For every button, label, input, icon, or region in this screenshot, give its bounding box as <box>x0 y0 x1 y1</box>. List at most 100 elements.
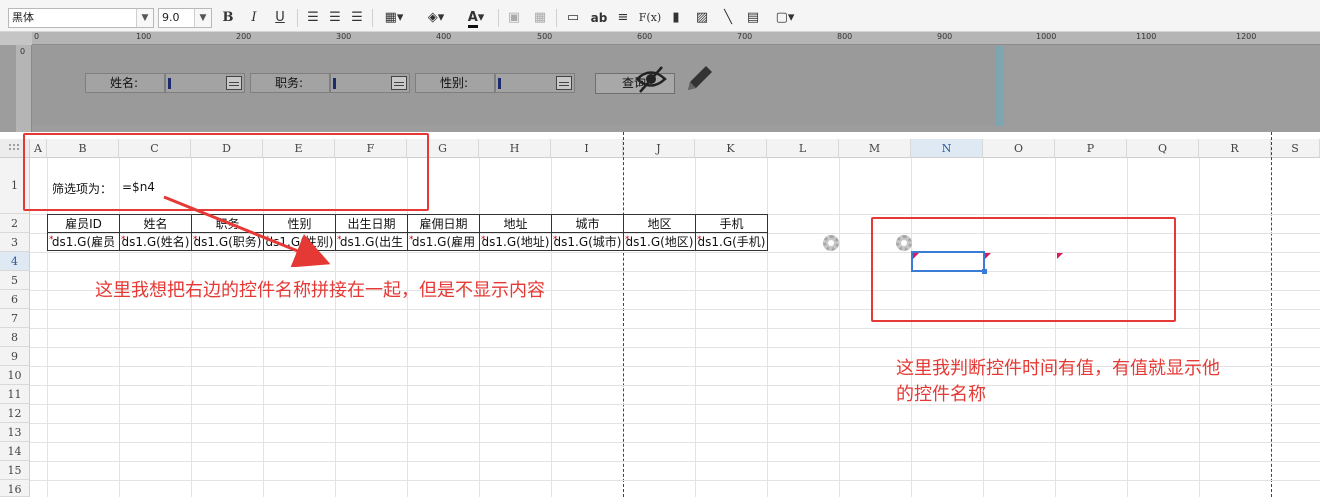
cell-value: ds1.G(雇员 <box>51 235 116 249</box>
calendar-icon[interactable] <box>556 76 572 90</box>
text-element-button[interactable]: ab <box>589 8 609 28</box>
font-family-value: 黑体 <box>12 11 34 24</box>
row-header[interactable]: 8 <box>0 328 30 347</box>
subreport-icon[interactable]: ▤ <box>744 8 762 28</box>
align-center-icon[interactable]: ☰ <box>326 8 344 28</box>
row-header[interactable]: 11 <box>0 385 30 404</box>
table-header-cell[interactable]: 雇佣日期 <box>407 214 480 233</box>
column-header[interactable]: I <box>551 139 623 158</box>
column-header[interactable]: R <box>1199 139 1271 158</box>
row-header-selected[interactable]: 4 <box>0 252 30 271</box>
fill-color-icon[interactable]: ◈▾ <box>420 8 452 28</box>
column-header[interactable]: J <box>623 139 695 158</box>
gridline <box>30 347 1320 348</box>
underline-button[interactable]: U <box>271 8 289 28</box>
border-icon[interactable]: ▦▾ <box>379 8 409 28</box>
canvas-edge-strip <box>995 46 1004 126</box>
table-header-cell[interactable]: 手机 <box>695 214 768 233</box>
table-data-cell[interactable]: * ds1.G(城市) <box>551 232 624 251</box>
expand-marker: * <box>121 235 126 245</box>
calendar-icon[interactable] <box>226 76 242 90</box>
row-header[interactable]: 7 <box>0 309 30 328</box>
edit-pencil-icon[interactable] <box>682 62 716 96</box>
text-cursor <box>498 78 501 89</box>
split-cells-icon[interactable]: ▦ <box>531 8 549 28</box>
table-header-cell[interactable]: 出生日期 <box>335 214 408 233</box>
table-header-cell[interactable]: 地区 <box>623 214 696 233</box>
column-header[interactable]: Q <box>1127 139 1199 158</box>
table-data-cell[interactable]: * ds1.G(出生 <box>335 232 408 251</box>
cell-value: ds1.G(地区) <box>625 235 694 249</box>
image-icon[interactable]: ▨ <box>693 8 711 28</box>
column-header-selected[interactable]: N <box>911 139 983 158</box>
italic-button[interactable]: I <box>245 8 263 28</box>
table-header-cell[interactable]: 地址 <box>479 214 552 233</box>
gridline <box>30 461 1320 462</box>
gender-label[interactable]: 性别: <box>415 73 495 93</box>
row-header[interactable]: 13 <box>0 423 30 442</box>
table-data-cell[interactable]: * ds1.G(手机) <box>695 232 768 251</box>
column-header[interactable]: L <box>767 139 839 158</box>
column-header[interactable]: S <box>1271 139 1320 158</box>
name-label[interactable]: 姓名: <box>85 73 165 93</box>
row-header[interactable]: 3 <box>0 233 30 252</box>
table-header-cell[interactable]: 雇员ID <box>47 214 120 233</box>
annotation-note-right-line1: 这里我判断控件时间有值，有值就显示他 <box>896 358 1220 379</box>
slash-icon[interactable]: ╲ <box>719 8 737 28</box>
cell-value: ds1.G(地址) <box>481 235 550 249</box>
report-sheet[interactable]: A B C D E F G H I J K L M N O P Q R S 1 … <box>0 132 1320 497</box>
position-field[interactable] <box>330 73 410 93</box>
table-data-cell[interactable]: * ds1.G(雇员 <box>47 232 120 251</box>
row-header[interactable]: 6 <box>0 290 30 309</box>
merge-cells-icon[interactable]: ▣ <box>505 8 523 28</box>
align-right-icon[interactable]: ☰ <box>348 8 366 28</box>
column-header[interactable]: O <box>983 139 1055 158</box>
expand-marker: * <box>409 235 414 245</box>
frame-icon[interactable]: ▢▾ <box>770 8 800 28</box>
bold-button[interactable]: B <box>219 8 237 28</box>
font-size-value: 9.0 <box>162 11 180 24</box>
name-field[interactable] <box>165 73 245 93</box>
hidden-eye-icon[interactable] <box>634 62 668 96</box>
ruler-mark: 1200 <box>1236 32 1257 41</box>
widget-gear-icon[interactable] <box>823 235 839 251</box>
table-data-cell[interactable]: * ds1.G(地址) <box>479 232 552 251</box>
chart-icon[interactable]: ▮ <box>667 8 685 28</box>
text-cursor <box>333 78 336 89</box>
font-size-select[interactable]: 9.0 ▼ <box>158 8 212 28</box>
column-header[interactable]: P <box>1055 139 1127 158</box>
font-color-icon[interactable]: A▾ <box>460 8 492 28</box>
font-family-select[interactable]: 黑体 ▼ <box>8 8 154 28</box>
formula-button[interactable]: F(x) <box>638 8 662 28</box>
row-header[interactable]: 16 <box>0 480 30 497</box>
table-header-cell[interactable]: 城市 <box>551 214 624 233</box>
row-header[interactable]: 12 <box>0 404 30 423</box>
separator <box>556 9 557 27</box>
separator <box>297 9 298 27</box>
parameter-pane: 0 100 200 300 400 500 600 700 800 900 10… <box>0 32 1320 132</box>
column-header[interactable]: M <box>839 139 911 158</box>
row-header[interactable]: 10 <box>0 366 30 385</box>
gridline <box>30 328 1320 329</box>
gender-field[interactable] <box>495 73 575 93</box>
table-data-cell[interactable]: * ds1.G(雇用 <box>407 232 480 251</box>
paragraph-icon[interactable]: ≡ <box>614 8 632 28</box>
ruler-mark: 500 <box>537 32 553 41</box>
column-header[interactable]: K <box>695 139 767 158</box>
row-header[interactable]: 5 <box>0 271 30 290</box>
vertical-ruler: 0 <box>16 45 32 132</box>
row-header[interactable]: 14 <box>0 442 30 461</box>
row-header[interactable]: 15 <box>0 461 30 480</box>
row-header[interactable]: 2 <box>0 214 30 233</box>
toolbar: 黑体 ▼ 9.0 ▼ B I U ☰ ☰ ☰ ▦▾ ◈▾ A▾ ▣ ▦ ▭ ab… <box>0 0 1320 32</box>
position-label[interactable]: 职务: <box>250 73 330 93</box>
separator <box>498 9 499 27</box>
separator <box>372 9 373 27</box>
calendar-icon[interactable] <box>391 76 407 90</box>
align-left-icon[interactable]: ☰ <box>304 8 322 28</box>
column-header[interactable]: H <box>479 139 551 158</box>
table-data-cell[interactable]: * ds1.G(地区) <box>623 232 696 251</box>
ruler-corner <box>0 32 32 45</box>
insert-field-icon[interactable]: ▭ <box>563 8 583 28</box>
row-header[interactable]: 9 <box>0 347 30 366</box>
